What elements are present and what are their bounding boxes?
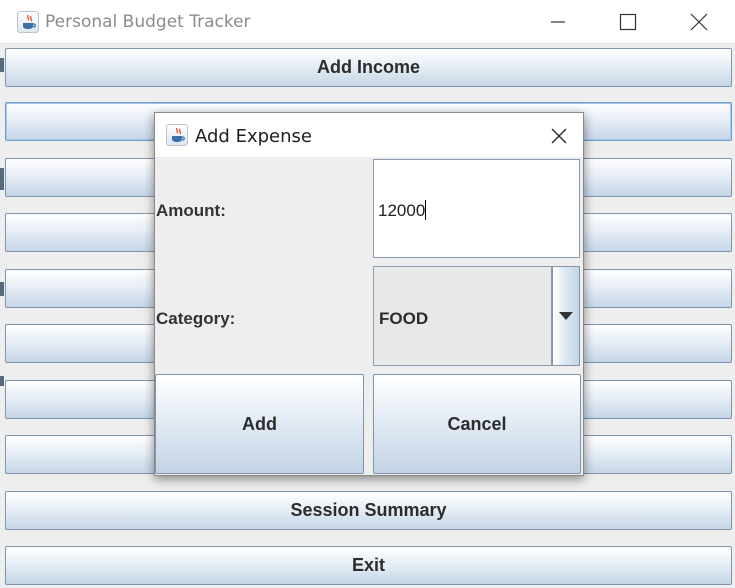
text-caret <box>425 200 427 220</box>
java-coffee-cup-icon <box>17 11 39 33</box>
add-income-button[interactable]: Add Income <box>5 48 732 87</box>
amount-input[interactable]: 12000 <box>373 159 580 258</box>
main-titlebar: Personal Budget Tracker <box>0 0 735 44</box>
category-label: Category: <box>156 309 236 328</box>
category-select[interactable]: FOOD <box>373 266 580 366</box>
minimize-icon <box>551 21 565 23</box>
edge-artifact <box>0 282 4 296</box>
add-expense-dialog: Add Expense Amount: 12000 Category: FOOD… <box>154 112 584 476</box>
chevron-down-icon <box>559 312 573 320</box>
window-title: Personal Budget Tracker <box>45 12 251 32</box>
amount-value: 12000 <box>378 200 427 220</box>
category-dropdown-button[interactable] <box>552 266 580 366</box>
minimize-button[interactable] <box>535 0 581 44</box>
edge-artifact <box>0 376 4 386</box>
java-coffee-cup-icon <box>166 124 188 146</box>
add-button[interactable]: Add <box>155 374 364 474</box>
category-value: FOOD <box>379 309 429 328</box>
edge-artifact <box>0 58 4 72</box>
maximize-icon <box>619 13 637 31</box>
exit-button[interactable]: Exit <box>5 546 732 585</box>
session-summary-button[interactable]: Session Summary <box>5 491 732 530</box>
close-icon <box>690 13 708 31</box>
dialog-close-button[interactable] <box>541 121 575 151</box>
close-button[interactable] <box>676 0 722 44</box>
category-display[interactable]: FOOD <box>373 266 552 366</box>
maximize-button[interactable] <box>605 0 651 44</box>
close-icon <box>551 128 567 144</box>
amount-label: Amount: <box>156 201 226 220</box>
dialog-title: Add Expense <box>195 126 312 147</box>
edge-artifact <box>0 168 4 190</box>
cancel-button[interactable]: Cancel <box>373 374 581 474</box>
dialog-titlebar: Add Expense <box>155 113 583 157</box>
